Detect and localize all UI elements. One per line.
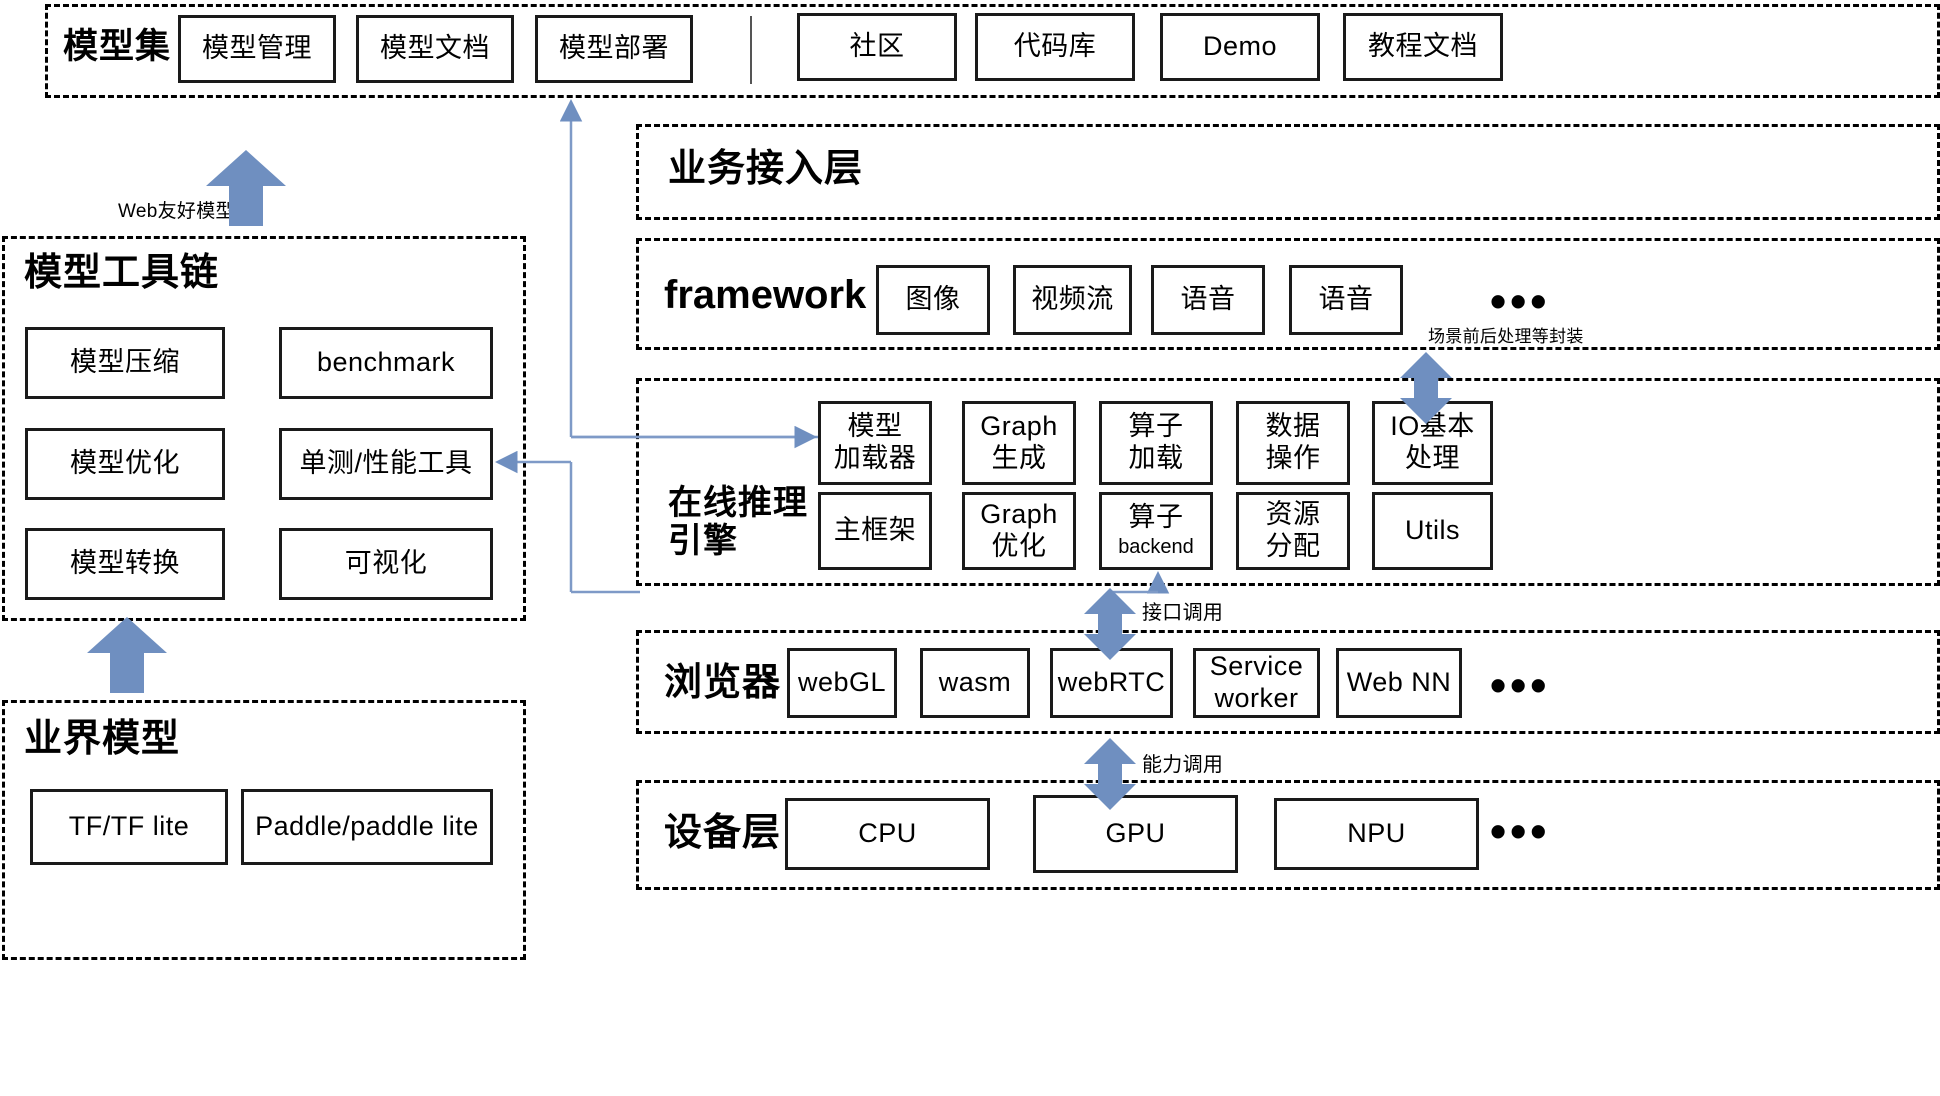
engine-item-op-load-line2: 加载 [1128,443,1184,473]
engine-item-model-loader-line1: 模型 [847,411,903,442]
model-set-item-tutorial-docs[interactable]: 教程文档 [1343,13,1503,81]
engine-item-graph-gen-line1: Graph [980,411,1058,442]
engine-item-op-backend-line2: backend [1118,536,1194,559]
browser-item-web-nn[interactable]: Web NN [1336,648,1462,718]
capability-call-label: 能力调用 [1142,754,1224,776]
model-set-divider [750,16,752,84]
scene-wrap-note: 场景前后处理等封装 [1428,327,1584,346]
browser-item-wasm[interactable]: wasm [920,648,1030,718]
framework-item-video-stream[interactable]: 视频流 [1013,265,1132,335]
engine-item-model-loader[interactable]: 模型 加载器 [818,401,932,485]
browser-item-webgl[interactable]: webGL [787,648,897,718]
engine-item-data-op-line2: 操作 [1265,443,1321,473]
engine-item-utils[interactable]: Utils [1372,492,1493,570]
engine-item-graph-gen-line2: 生成 [991,443,1047,473]
browser-label: 浏览器 [664,662,782,704]
engine-item-graph-opt-line2: 优化 [991,531,1047,561]
engine-item-graph-opt[interactable]: Graph 优化 [962,492,1076,570]
industry-models-label: 业界模型 [24,718,181,760]
engine-item-op-load[interactable]: 算子 加载 [1099,401,1213,485]
framework-item-image[interactable]: 图像 [876,265,990,335]
engine-item-model-loader-line2: 加载器 [833,443,917,473]
engine-item-io-basic-line1: IO基本 [1390,411,1475,442]
engine-item-graph-opt-line1: Graph [980,499,1058,530]
engine-item-op-backend[interactable]: 算子 backend [1099,492,1213,570]
device-item-npu[interactable]: NPU [1274,798,1479,870]
framework-ellipsis: ••• [1490,275,1551,327]
industry-to-toolchain-arrow [87,617,167,693]
browser-item-webrtc[interactable]: webRTC [1050,648,1173,718]
engine-item-op-load-line1: 算子 [1128,411,1184,442]
engine-item-main-framework[interactable]: 主框架 [818,492,932,570]
industry-model-item-tf[interactable]: TF/TF lite [30,789,228,865]
model-set-label: 模型集 [63,27,172,66]
engine-item-op-backend-line1: 算子 [1128,502,1184,533]
interface-call-label: 接口调用 [1142,602,1224,624]
engine-item-resource-alloc-line2: 分配 [1265,531,1321,561]
framework-item-speech-1[interactable]: 语音 [1151,265,1265,335]
engine-item-data-op[interactable]: 数据 操作 [1236,401,1350,485]
model-set-item-model-docs[interactable]: 模型文档 [356,15,514,83]
engine-item-io-basic[interactable]: IO基本 处理 [1372,401,1493,485]
model-set-item-community[interactable]: 社区 [797,13,957,81]
web-friendly-model-label: Web友好模型 [118,201,235,222]
device-label: 设备层 [664,812,782,854]
toolchain-item-benchmark[interactable]: benchmark [279,327,493,399]
toolchain-item-unit-perf-tool[interactable]: 单测/性能工具 [279,428,493,500]
model-set-item-code-repo[interactable]: 代码库 [975,13,1135,81]
browser-item-service-worker[interactable]: Service worker [1193,648,1320,718]
model-toolchain-label: 模型工具链 [24,252,220,294]
toolchain-item-visualization[interactable]: 可视化 [279,528,493,600]
framework-item-speech-2[interactable]: 语音 [1289,265,1403,335]
architecture-diagram: 模型集 模型管理 模型文档 模型部署 社区 代码库 Demo 教程文档 Web友… [0,0,1940,1096]
inference-engine-label: 在线推理 引擎 [668,484,808,561]
browser-ellipsis: ••• [1490,659,1551,711]
engine-item-resource-alloc-line1: 资源 [1265,499,1321,530]
engine-item-graph-gen[interactable]: Graph 生成 [962,401,1076,485]
device-item-gpu[interactable]: GPU [1033,795,1238,873]
engine-item-data-op-line1: 数据 [1265,411,1321,442]
toolchain-item-model-compression[interactable]: 模型压缩 [25,327,225,399]
engine-item-main-framework-line1: 主框架 [833,515,917,546]
engine-item-io-basic-line2: 处理 [1405,443,1460,473]
device-item-cpu[interactable]: CPU [785,798,990,870]
toolchain-item-model-optimization[interactable]: 模型优化 [25,428,225,500]
toolchain-item-model-conversion[interactable]: 模型转换 [25,528,225,600]
device-ellipsis: ••• [1490,805,1551,857]
model-set-item-model-management[interactable]: 模型管理 [178,15,336,83]
browser-item-service-worker-label: Service worker [1209,651,1304,713]
model-set-item-model-deploy[interactable]: 模型部署 [535,15,693,83]
engine-item-utils-line1: Utils [1405,515,1460,546]
model-set-item-demo[interactable]: Demo [1160,13,1320,81]
framework-label: framework [664,273,867,317]
engine-item-resource-alloc[interactable]: 资源 分配 [1236,492,1350,570]
business-access-label: 业务接入层 [668,148,864,190]
industry-model-item-paddle[interactable]: Paddle/paddle lite [241,789,493,865]
